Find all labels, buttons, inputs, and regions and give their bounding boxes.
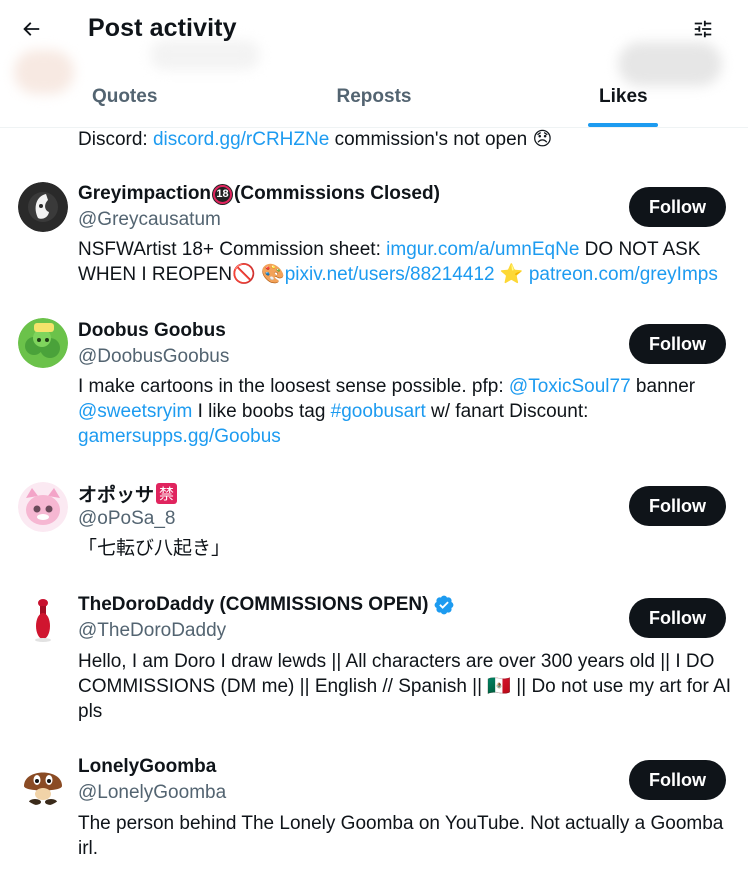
bio-link[interactable]: pixiv.net/users/88214412 (285, 264, 495, 285)
avatar[interactable] (18, 594, 68, 644)
back-button[interactable] (12, 10, 50, 48)
follow-button[interactable]: Follow (629, 598, 726, 638)
bio-text: The person behind The Lonely Goomba on Y… (78, 813, 724, 859)
tab-likes[interactable]: Likes (499, 66, 748, 127)
bio-link[interactable]: gamersupps.gg/Goobus (78, 426, 281, 447)
tab-label: Likes (599, 86, 648, 107)
bio-link[interactable]: patreon.com/greyImps (529, 264, 718, 285)
active-tab-indicator (588, 123, 659, 127)
user-name-suffix[interactable]: (Commissions Closed) (234, 183, 440, 205)
tab-label: Quotes (91, 86, 158, 107)
avatar-image (18, 594, 68, 644)
user-name[interactable]: オポッサ (78, 480, 154, 507)
sad-face-emoji: 😞 (532, 129, 553, 150)
star-emoji: ⭐ (494, 264, 529, 285)
follow-button[interactable]: Follow (629, 760, 726, 800)
bio-text: I make cartoons in the loosest sense pos… (78, 376, 509, 397)
user-handle[interactable]: @DoobusGoobus (78, 344, 618, 370)
user-bio: NSFWArtist 18+ Commission sheet: imgur.c… (78, 237, 738, 287)
avatar[interactable] (18, 756, 68, 806)
user-info: TheDoroDaddy (COMMISSIONS OPEN) @TheDoro… (78, 592, 618, 644)
bio-text: w/ fanart Discount: (425, 401, 589, 422)
bio-text: banner (630, 376, 696, 397)
avatar[interactable] (18, 182, 68, 232)
top-bar: Post activity (0, 0, 748, 58)
avatar[interactable] (18, 318, 68, 368)
bio-text: 「七転び八起き」 (78, 538, 231, 559)
settings-button[interactable] (684, 10, 722, 48)
partial-bio: Discord: discord.gg/rCRHZNe commission's… (78, 127, 552, 152)
user-info: Greyimpaction 18 (Commissions Closed) @Gre… (78, 181, 618, 233)
user-info: Doobus Goobus @DoobusGoobus (78, 318, 618, 370)
avatar-image (18, 182, 68, 232)
avatar-image (18, 318, 68, 368)
partial-bio-prefix: Discord: (78, 129, 153, 150)
user-bio: Hello, I am Doro I draw lewds || All cha… (78, 649, 738, 724)
follow-button[interactable]: Follow (629, 324, 726, 364)
verified-badge-icon (435, 595, 454, 615)
avatar[interactable] (18, 482, 68, 532)
prohibited-kanji-icon: 禁 (156, 482, 178, 504)
user-info: オポッサ禁 @oPoSa_8 (78, 480, 618, 532)
user-bio: 「七転び八起き」 (78, 536, 738, 561)
user-handle[interactable]: @TheDoroDaddy (78, 618, 618, 644)
bio-mention-link[interactable]: @ToxicSoul77 (509, 376, 631, 397)
no-under-18-icon: 18 (212, 183, 234, 205)
user-bio: The person behind The Lonely Goomba on Y… (78, 811, 738, 861)
partial-bio-suffix: commission's not open (329, 129, 533, 150)
user-info: LonelyGoomba @LonelyGoomba (78, 754, 618, 806)
user-handle[interactable]: @Greycausatum (78, 207, 618, 233)
user-name[interactable]: TheDoroDaddy (COMMISSIONS OPEN) (78, 594, 428, 616)
tab-bar: Quotes Reposts Likes (0, 66, 748, 128)
bio-text: NSFWArtist 18+ Commission sheet: (78, 239, 387, 260)
page-title: Post activity (88, 14, 237, 42)
back-arrow-icon (23, 22, 40, 36)
user-bio: I make cartoons in the loosest sense pos… (78, 374, 738, 449)
tab-label: Reposts (336, 86, 412, 107)
user-handle[interactable]: @LonelyGoomba (78, 780, 618, 806)
sliders-icon (694, 20, 712, 38)
discord-link[interactable]: discord.gg/rCRHZNe (153, 129, 329, 150)
user-name[interactable]: Greyimpaction (78, 183, 211, 205)
header: Post activity Quotes Reposts Likes (0, 0, 748, 128)
prohibited-emoji: 🚫 (232, 264, 256, 285)
bio-hashtag-link[interactable]: #goobusart (331, 401, 426, 422)
follow-button[interactable]: Follow (629, 187, 726, 227)
palette-emoji: 🎨 (255, 264, 285, 285)
user-name[interactable]: LonelyGoomba (78, 756, 216, 778)
follow-button[interactable]: Follow (629, 486, 726, 526)
avatar-image (18, 482, 68, 532)
avatar-image (18, 756, 68, 806)
user-handle[interactable]: @oPoSa_8 (78, 506, 618, 532)
bio-text: I like boobs tag (192, 401, 331, 422)
mexico-flag-emoji: 🇲🇽 (487, 676, 512, 697)
tab-reposts[interactable]: Reposts (249, 66, 498, 127)
bio-mention-link[interactable]: @sweetsryim (78, 401, 192, 422)
user-name[interactable]: Doobus Goobus (78, 320, 226, 342)
bio-link[interactable]: imgur.com/a/umnEqNe (386, 239, 579, 260)
tab-quotes[interactable]: Quotes (0, 66, 249, 127)
